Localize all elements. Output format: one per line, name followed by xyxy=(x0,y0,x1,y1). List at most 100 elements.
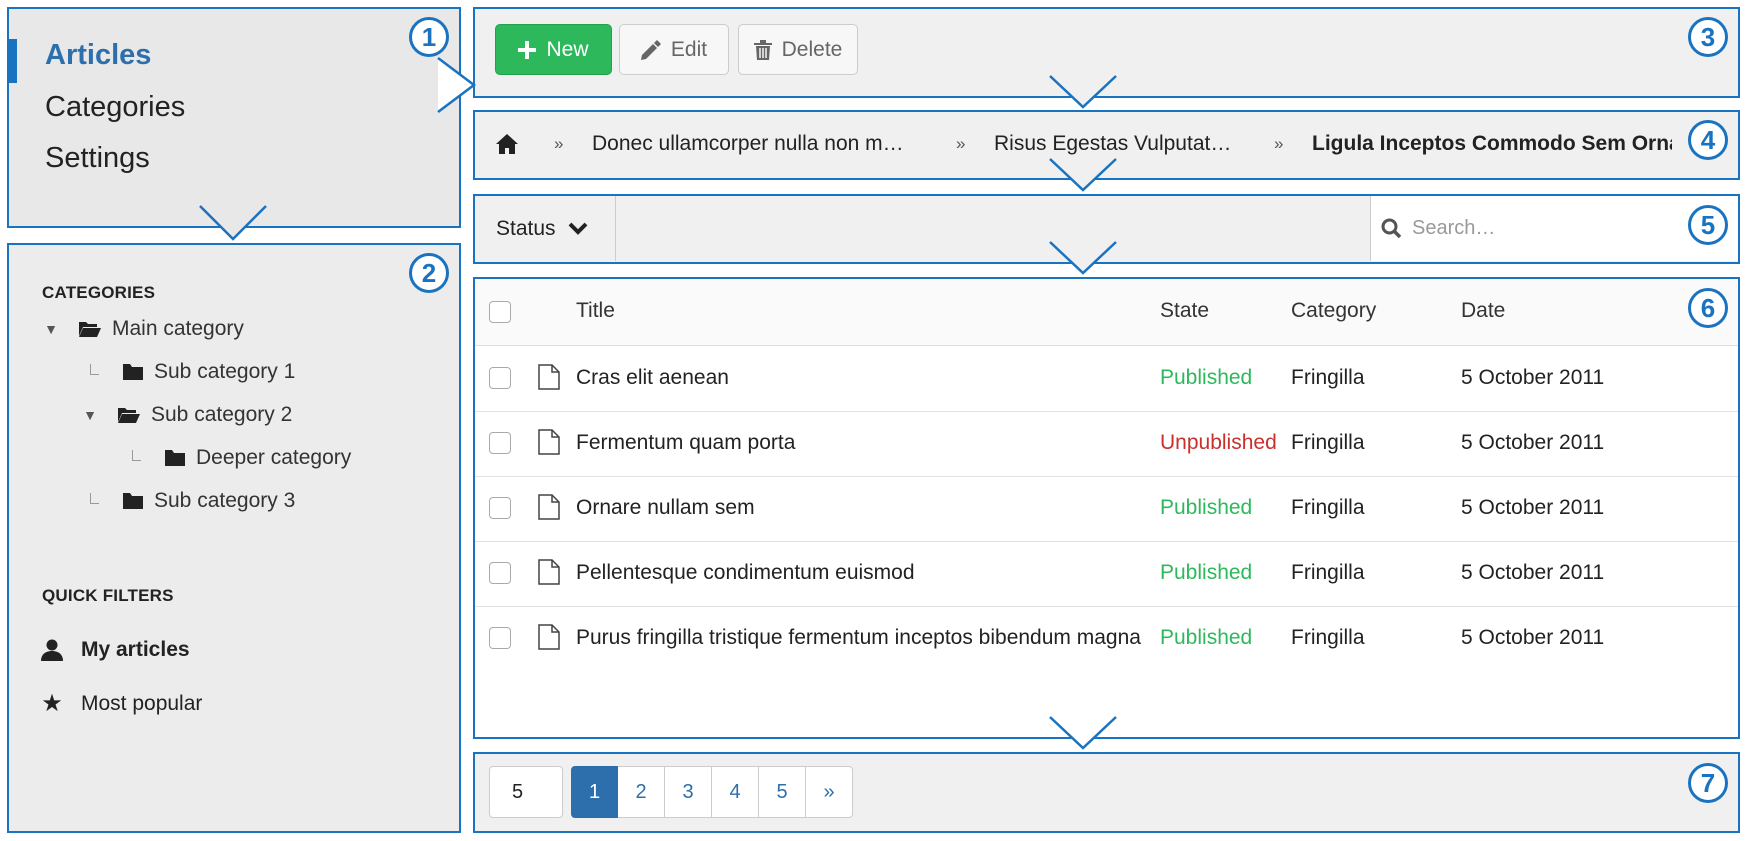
caret-down-icon[interactable]: ▼ xyxy=(42,321,60,337)
page-limit-select[interactable]: 5 xyxy=(489,766,563,818)
status-filter-label: Status xyxy=(496,216,556,240)
home-icon[interactable] xyxy=(496,134,518,159)
tree-item-sub-category-3[interactable]: Sub category 3 xyxy=(85,486,295,516)
select-all-checkbox[interactable] xyxy=(489,301,511,323)
row-checkbox[interactable] xyxy=(489,562,511,584)
edit-button-label: Edit xyxy=(670,37,708,61)
chevron-down-icon xyxy=(568,222,588,236)
callout-badge-3: 3 xyxy=(1688,17,1728,57)
row-state[interactable]: Published xyxy=(1160,626,1252,650)
folder-icon xyxy=(122,492,144,510)
nav-item-articles[interactable]: Articles xyxy=(45,39,151,72)
row-category: Fringilla xyxy=(1291,626,1365,649)
callout-badge-7: 7 xyxy=(1688,763,1728,803)
tree-elbow xyxy=(90,492,99,504)
articles-table: Title State Category Date Cras elit aene… xyxy=(473,277,1740,739)
breadcrumb-separator: » xyxy=(956,134,966,153)
document-icon xyxy=(538,494,560,525)
tree-item-sub-category-2[interactable]: ▼ Sub category 2 xyxy=(81,400,292,430)
page-3-button[interactable]: 3 xyxy=(665,766,712,818)
document-icon xyxy=(538,624,560,655)
table-row[interactable]: Pellentesque condimentum euismod Publish… xyxy=(475,541,1738,607)
callout-badge-6: 6 xyxy=(1688,288,1728,328)
tree-item-label: Sub category 3 xyxy=(154,489,296,512)
column-category[interactable]: Category xyxy=(1291,299,1376,323)
table-row[interactable]: Cras elit aenean Published Fringilla 5 O… xyxy=(475,346,1738,412)
status-filter-dropdown[interactable]: Status xyxy=(475,196,616,261)
star-icon: ★ xyxy=(41,690,63,717)
quick-filter-most-popular[interactable]: ★ Most popular xyxy=(39,689,202,718)
row-state[interactable]: Published xyxy=(1160,496,1252,520)
column-state[interactable]: State xyxy=(1160,299,1209,323)
table-row[interactable]: Ornare nullam sem Published Fringilla 5 … xyxy=(475,476,1738,542)
row-checkbox[interactable] xyxy=(489,367,511,389)
pencil-icon xyxy=(640,39,661,60)
row-title[interactable]: Pellentesque condimentum euismod xyxy=(576,561,915,585)
table-row[interactable]: Fermentum quam porta Unpublished Fringil… xyxy=(475,411,1738,477)
breadcrumb-separator: » xyxy=(1274,134,1284,153)
quick-filter-label: My articles xyxy=(81,638,190,661)
row-date: 5 October 2011 xyxy=(1461,626,1605,649)
breadcrumb-item-2[interactable]: Risus Egestas Vulputat… xyxy=(994,132,1231,156)
active-indicator xyxy=(9,39,17,83)
document-icon xyxy=(538,429,560,460)
delete-button[interactable]: Delete xyxy=(738,24,858,75)
row-title[interactable]: Purus fringilla tristique fermentum ince… xyxy=(576,626,1141,650)
row-title[interactable]: Ornare nullam sem xyxy=(576,496,755,520)
row-category: Fringilla xyxy=(1291,561,1365,584)
page-4-button[interactable]: 4 xyxy=(712,766,759,818)
breadcrumb-item-current: Ligula Inceptos Commodo Sem Orna xyxy=(1312,132,1672,155)
table-header: Title State Category Date xyxy=(475,279,1738,346)
callout-badge-2: 2 xyxy=(409,253,449,293)
row-category: Fringilla xyxy=(1291,496,1365,519)
tree-item-label: Deeper category xyxy=(196,446,352,469)
row-date: 5 October 2011 xyxy=(1461,561,1605,584)
row-title[interactable]: Cras elit aenean xyxy=(576,366,729,390)
tree-item-deeper-category[interactable]: Deeper category xyxy=(127,443,351,473)
tree-item-label: Sub category 2 xyxy=(151,403,293,426)
tree-item-label: Sub category 1 xyxy=(154,360,296,383)
search-field[interactable] xyxy=(1370,196,1738,261)
row-checkbox[interactable] xyxy=(489,497,511,519)
breadcrumb-separator: » xyxy=(554,134,564,153)
page-1-button[interactable]: 1 xyxy=(571,766,618,818)
quick-filters-heading: QUICK FILTERS xyxy=(42,586,174,605)
row-title[interactable]: Fermentum quam porta xyxy=(576,431,795,455)
main-nav-panel: Articles Categories Settings xyxy=(7,7,461,228)
breadcrumb-item-1[interactable]: Donec ullamcorper nulla non m… xyxy=(592,132,904,156)
row-date: 5 October 2011 xyxy=(1461,496,1605,519)
row-state[interactable]: Published xyxy=(1160,366,1252,390)
column-title[interactable]: Title xyxy=(576,299,615,323)
row-state[interactable]: Unpublished xyxy=(1160,431,1277,455)
row-date: 5 October 2011 xyxy=(1461,431,1605,454)
search-input[interactable] xyxy=(1410,216,1654,241)
callout-pointer-down xyxy=(1049,158,1117,192)
page-2-button[interactable]: 2 xyxy=(618,766,665,818)
row-date: 5 October 2011 xyxy=(1461,366,1605,389)
folder-open-icon xyxy=(117,406,141,424)
row-checkbox[interactable] xyxy=(489,627,511,649)
page-5-button[interactable]: 5 xyxy=(759,766,806,818)
row-state[interactable]: Published xyxy=(1160,561,1252,585)
edit-button[interactable]: Edit xyxy=(619,24,729,75)
user-icon xyxy=(39,639,65,661)
tree-elbow xyxy=(90,363,99,375)
search-icon xyxy=(1381,218,1402,239)
document-icon xyxy=(538,364,560,395)
next-page-button[interactable]: » xyxy=(806,766,853,818)
pagination: 1 2 3 4 5 » xyxy=(571,766,853,818)
quick-filter-my-articles[interactable]: My articles xyxy=(39,638,190,662)
tree-elbow xyxy=(132,449,141,461)
tree-item-sub-category-1[interactable]: Sub category 1 xyxy=(85,357,295,387)
new-button[interactable]: New xyxy=(495,24,612,75)
callout-pointer-down xyxy=(1049,75,1117,109)
caret-down-icon[interactable]: ▼ xyxy=(81,407,99,423)
column-date[interactable]: Date xyxy=(1461,299,1505,323)
callout-pointer-down xyxy=(1049,241,1117,275)
callout-badge-1: 1 xyxy=(409,17,449,57)
table-row[interactable]: Purus fringilla tristique fermentum ince… xyxy=(475,606,1738,671)
row-checkbox[interactable] xyxy=(489,432,511,454)
tree-item-main-category[interactable]: ▼ Main category xyxy=(42,314,244,344)
nav-item-settings[interactable]: Settings xyxy=(45,142,150,175)
nav-item-categories[interactable]: Categories xyxy=(45,91,185,124)
